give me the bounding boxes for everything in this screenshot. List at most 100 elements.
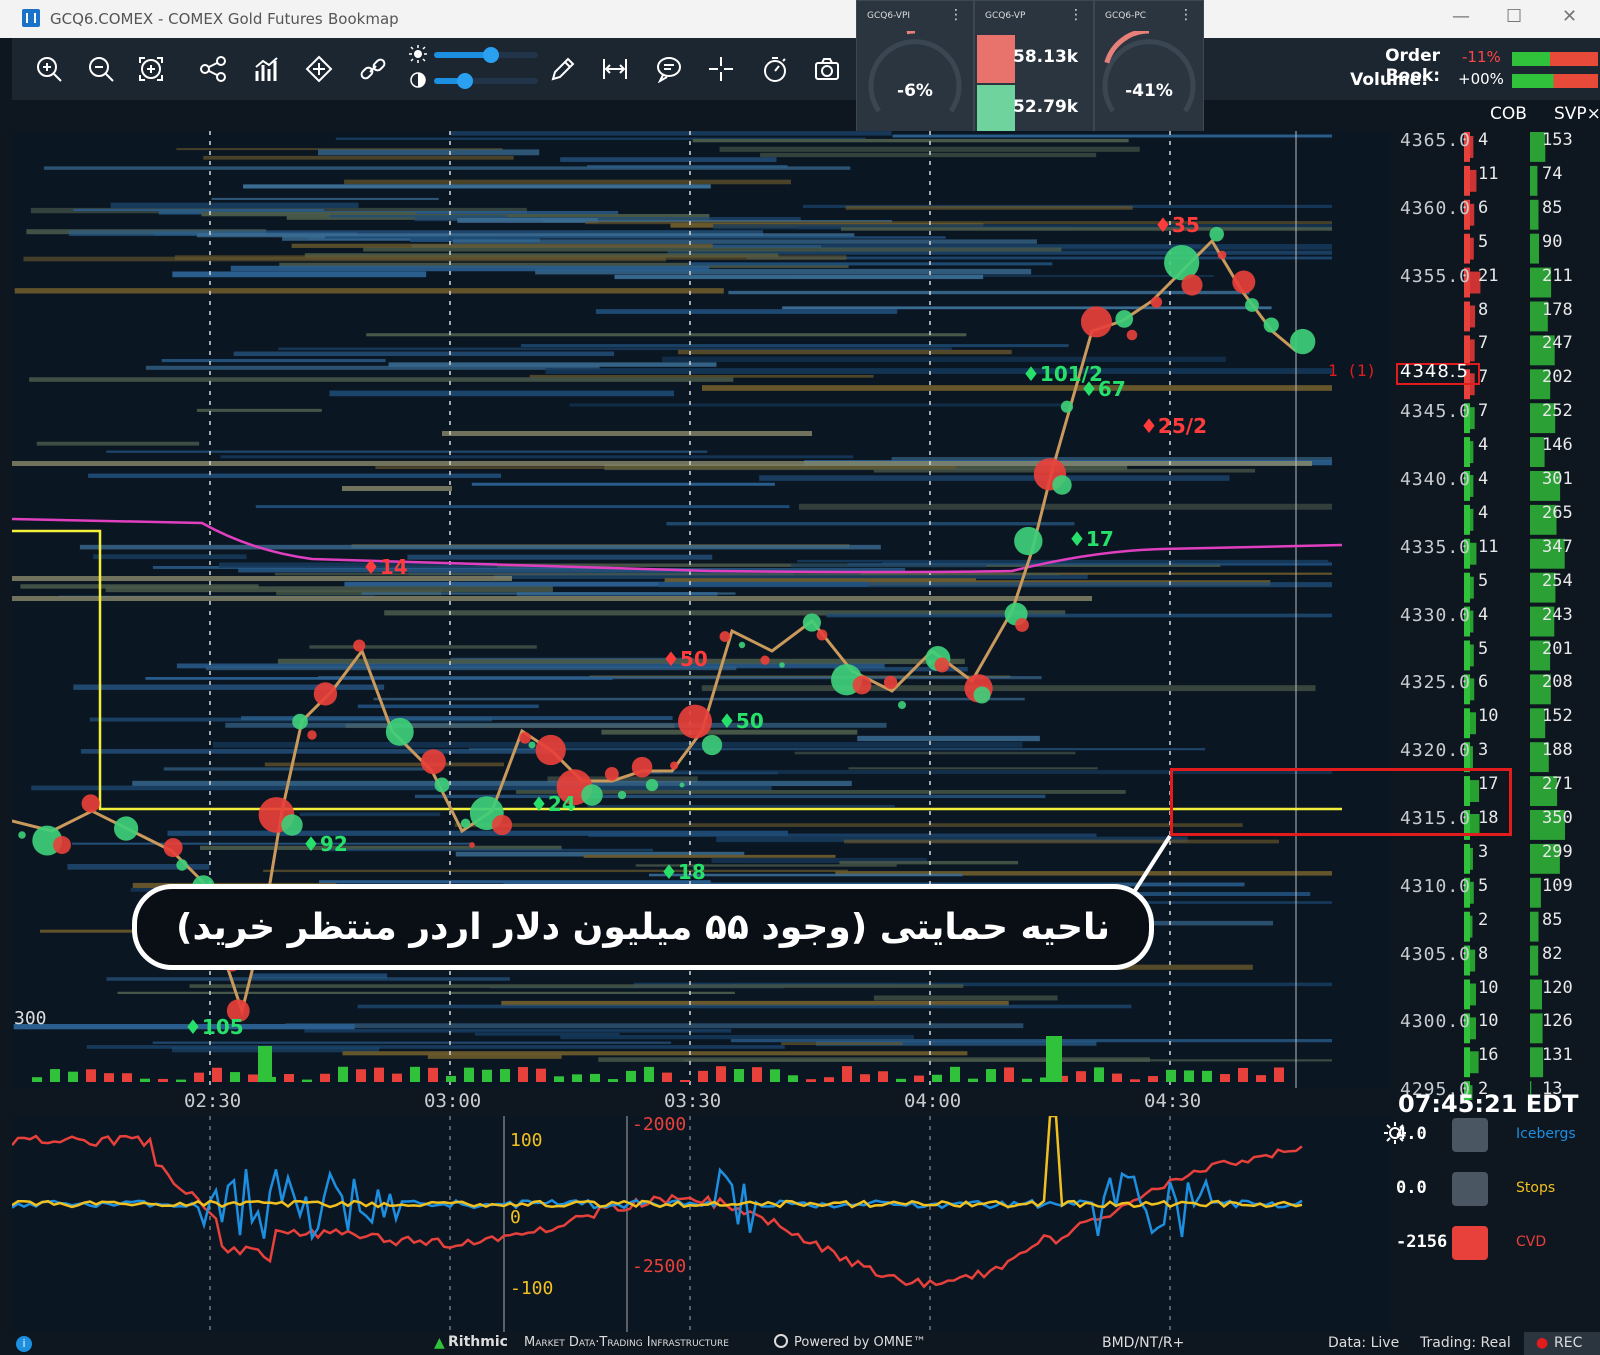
vpi-widget[interactable]: GCQ6-VPI ⋮ -6% [856, 0, 974, 134]
volume-bar [464, 1067, 474, 1082]
liquidity-band [826, 613, 1332, 618]
sell-trade-bubble [816, 629, 828, 641]
pc-widget[interactable]: GCQ6-PC ⋮ -41% [1094, 0, 1204, 134]
price-label: 4365.0 [1400, 130, 1472, 151]
buy-trade-bubble [1115, 310, 1134, 328]
cob-bar [1464, 233, 1470, 264]
liquidity-band [176, 663, 885, 669]
sell-trade-bubble [1080, 306, 1112, 338]
price-label: 4305.0 [1400, 943, 1472, 965]
svp-value: 201 [1542, 638, 1573, 659]
cob-value: 7 [1478, 333, 1489, 354]
indicator-panel[interactable]: 100 0 -100 -2000 -2500 [12, 1116, 1390, 1332]
volume-bar [392, 1073, 402, 1082]
camera-icon[interactable] [810, 52, 844, 86]
contrast-slider-knob[interactable] [457, 73, 474, 89]
liquidity-band [233, 351, 615, 357]
volume-bar [158, 1078, 168, 1082]
liquidity-band [427, 1053, 562, 1059]
cob-value: 6 [1478, 197, 1489, 218]
liquidity-band [666, 522, 1075, 526]
time-axis: 02:30 03:00 03:30 04:00 04:30 [12, 1088, 1390, 1116]
cob-value: 3 [1478, 841, 1489, 862]
vp-widget[interactable]: GCQ6-VP ⋮ 58.13k 52.79k [974, 0, 1094, 134]
pc-menu-icon[interactable]: ⋮ [1179, 7, 1193, 23]
cob-bar-fill [1470, 915, 1473, 938]
volume-bar [86, 1069, 96, 1082]
brightness-slider-knob[interactable] [483, 47, 500, 63]
timer-icon[interactable] [758, 52, 792, 86]
link-icon[interactable] [356, 52, 390, 86]
cob-bar [1464, 165, 1470, 196]
vpi-menu-icon[interactable]: ⋮ [949, 7, 963, 23]
volume-bar [1220, 1074, 1230, 1082]
liquidity-band [529, 374, 874, 378]
cob-value: 4 [1478, 435, 1489, 456]
zoom-fit-icon[interactable] [134, 52, 168, 86]
volume-bar [932, 1074, 942, 1082]
zoom-in-icon[interactable] [32, 52, 66, 86]
liquidity-band [344, 179, 791, 185]
trade-size-label: ♦105 [184, 1015, 244, 1039]
maximize-icon[interactable]: ☐ [1506, 6, 1522, 27]
liquidity-band [658, 582, 1332, 588]
pencil-icon[interactable] [546, 52, 580, 86]
liquidity-band [450, 131, 892, 136]
buy-trade-bubble [738, 641, 746, 649]
diamond-grid-icon[interactable] [302, 52, 336, 86]
vp-bid-bar [977, 85, 1015, 133]
indicator-scale-label: -100 [510, 1278, 553, 1299]
bookmap-logo-icon [22, 9, 40, 27]
cob-bar-fill [1470, 712, 1476, 735]
pc-gauge [1102, 31, 1196, 113]
chat-icon[interactable] [652, 52, 686, 86]
close-icon[interactable]: ✕ [1562, 6, 1577, 27]
liquidity-band [36, 441, 200, 446]
cob-bar [1464, 708, 1470, 739]
zoom-out-icon[interactable] [84, 52, 118, 86]
svp-value: 188 [1542, 740, 1573, 761]
indicator-swatch [1452, 1118, 1488, 1152]
bar-chart-icon[interactable] [250, 52, 284, 86]
cob-bar [1464, 301, 1470, 332]
time-label: 02:30 [184, 1090, 242, 1112]
volume-bar [176, 1079, 186, 1082]
cob-value: 4 [1478, 604, 1489, 625]
svp-value: 85 [1542, 909, 1563, 930]
volume-bar [860, 1074, 870, 1082]
svp-value: 146 [1542, 435, 1573, 456]
volume-bar [626, 1070, 636, 1082]
width-icon[interactable] [598, 52, 632, 86]
cob-value: 2 [1478, 909, 1489, 930]
sell-trade-bubble [604, 766, 619, 781]
price-label: 4345.0 [1400, 401, 1472, 423]
liquidity-band [759, 475, 1230, 481]
volume-bar [122, 1073, 132, 1082]
share-icon[interactable] [196, 52, 230, 86]
volume-bar [842, 1066, 852, 1082]
vp-menu-icon[interactable]: ⋮ [1069, 7, 1083, 23]
svp-bar [1530, 945, 1539, 976]
info-icon[interactable]: i [16, 1336, 32, 1352]
svp-bar [1530, 199, 1539, 230]
svp-value: 271 [1542, 774, 1573, 795]
liquidity-band [471, 482, 775, 486]
minimize-icon[interactable]: — [1452, 6, 1470, 27]
liquidity-band [163, 767, 424, 771]
volume-bar [1202, 1070, 1212, 1082]
buy-trade-bubble [1052, 475, 1072, 495]
cob-value: 5 [1478, 875, 1489, 896]
indicator-canvas: 100 0 -100 -2000 -2500 [12, 1116, 1390, 1332]
svp-bar [1530, 165, 1538, 196]
volume-label: Volume: [1350, 70, 1428, 90]
volume-bar [1184, 1070, 1194, 1082]
liquidity-band [220, 455, 854, 459]
buy-trade-bubble [779, 662, 785, 668]
cob-bar [1464, 640, 1470, 671]
svp-value: 202 [1542, 367, 1573, 388]
liquidity-band [263, 869, 848, 873]
crosshair-icon[interactable] [704, 52, 738, 86]
liquidity-band [174, 255, 847, 260]
volume-bar [1166, 1069, 1176, 1082]
liquidity-band [781, 1042, 903, 1045]
